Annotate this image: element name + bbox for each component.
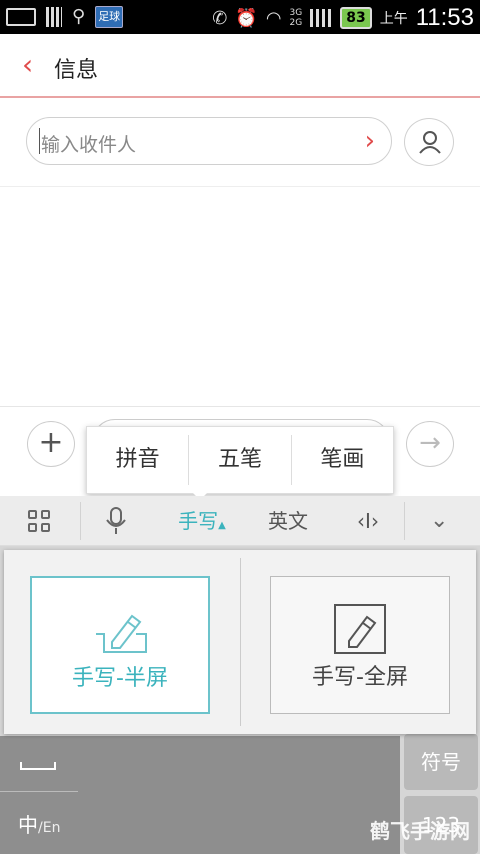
- pencil-box-icon: [334, 604, 386, 654]
- panel-divider: [240, 558, 241, 726]
- handwrite-tab[interactable]: 手写▲: [170, 496, 234, 546]
- input-method-popup: 拼音 五笔 笔画: [86, 426, 394, 494]
- recipient-placeholder: 输入收件人: [41, 134, 137, 156]
- lang-main-label: 中: [18, 813, 38, 837]
- symbols-key[interactable]: 符号: [404, 734, 478, 790]
- ime-option-stroke[interactable]: 笔画: [292, 435, 393, 485]
- contacts-button[interactable]: [404, 118, 454, 166]
- app-header: ‹ 信息: [0, 34, 480, 98]
- space-key[interactable]: [0, 736, 78, 792]
- status-bar: ⚲ 足球 ✆ ⏰ ◠ 3G 2G 83 上午 11:53: [0, 0, 480, 34]
- toolbar-divider: [404, 502, 405, 540]
- watermark: 鹤飞手游网: [370, 819, 470, 843]
- text-cursor: [39, 128, 40, 154]
- plus-icon: +: [38, 425, 64, 460]
- keyboard-toolbar: 手写▲ 英文 ‹I› ⌄: [0, 496, 480, 546]
- handwrite-mode-panel: 手写-半屏 手写-全屏: [4, 550, 476, 734]
- english-tab[interactable]: 英文: [258, 496, 318, 546]
- chevron-left-icon[interactable]: ‹: [22, 50, 33, 80]
- clock: 11:53: [415, 4, 474, 31]
- handwrite-tab-label: 手写: [178, 509, 219, 533]
- ime-option-pinyin[interactable]: 拼音: [87, 435, 190, 485]
- ampm-label: 上午: [379, 11, 408, 27]
- signal-icon: [310, 9, 333, 27]
- add-attachment-button[interactable]: +: [27, 421, 75, 467]
- app-notification-icon: 足球: [95, 6, 124, 28]
- divider: [0, 186, 480, 187]
- half-screen-label: 手写-半屏: [72, 666, 168, 691]
- network-type: 3G 2G: [289, 8, 303, 28]
- keyboard-icon: [6, 8, 36, 26]
- toolbar-divider: [80, 502, 81, 540]
- page-title: 信息: [54, 58, 99, 83]
- chevron-down-icon[interactable]: ⌄: [430, 496, 448, 546]
- pencil-pad-icon: [96, 614, 147, 653]
- ime-option-wubi[interactable]: 五笔: [189, 435, 292, 485]
- space-icon: [20, 762, 56, 770]
- full-screen-label: 手写-全屏: [312, 665, 408, 690]
- arrow-right-icon: →: [419, 428, 441, 458]
- wifi-icon: ◠: [265, 7, 282, 29]
- send-button[interactable]: →: [406, 421, 454, 467]
- chevron-right-icon[interactable]: ›: [365, 126, 375, 156]
- battery-level: 83: [340, 7, 372, 29]
- handwrite-half-screen-button[interactable]: 手写-半屏: [30, 576, 210, 714]
- recipient-input[interactable]: 输入收件人 ›: [26, 117, 392, 165]
- grid-menu-icon[interactable]: [28, 510, 50, 532]
- alarm-icon: ⏰: [235, 7, 258, 29]
- barcode-icon: [46, 7, 62, 27]
- lang-sub-label: /En: [38, 820, 61, 836]
- usb-icon: ⚲: [72, 6, 86, 27]
- phone-icon: ✆: [212, 7, 228, 29]
- cursor-move-icon[interactable]: ‹I›: [348, 496, 388, 546]
- caret-up-icon: ▲: [218, 520, 226, 531]
- person-icon: [419, 131, 441, 154]
- language-switch-key[interactable]: 中/En: [0, 796, 78, 854]
- microphone-icon[interactable]: [104, 506, 128, 536]
- handwrite-full-screen-button[interactable]: 手写-全屏: [270, 576, 450, 714]
